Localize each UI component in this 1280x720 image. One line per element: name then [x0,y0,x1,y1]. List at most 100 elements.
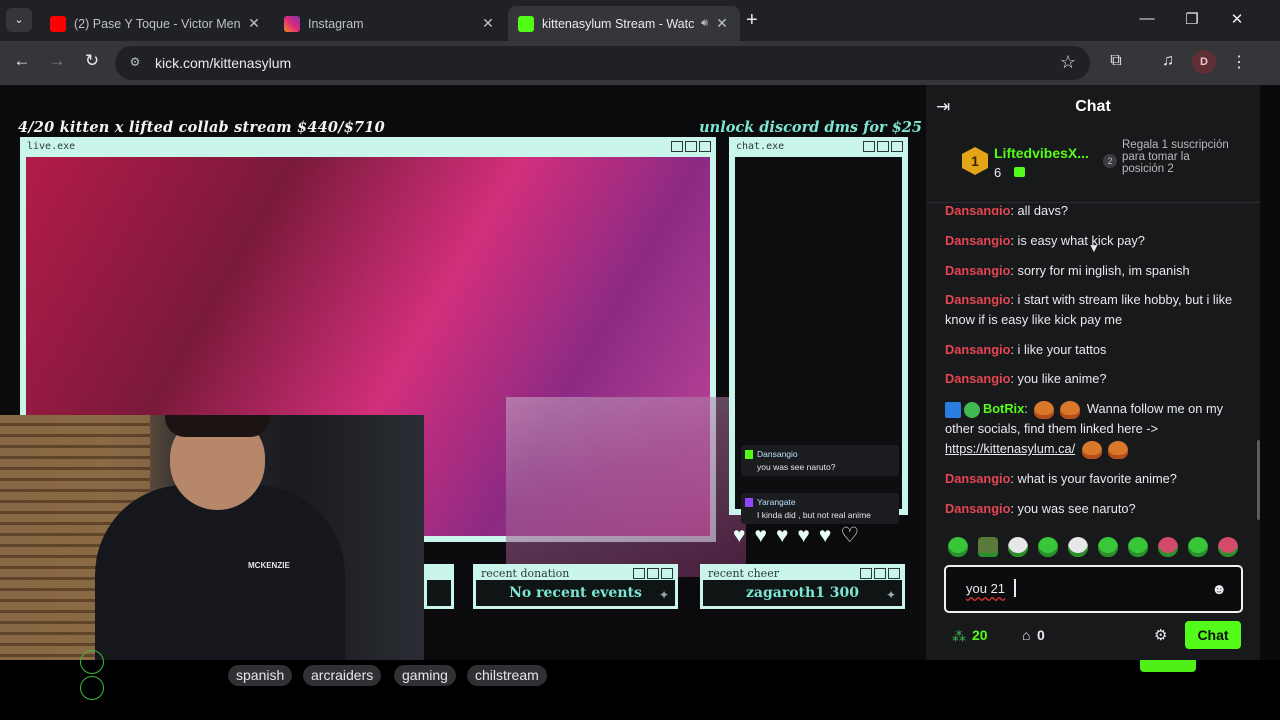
emote-button[interactable] [1008,537,1028,557]
heart-icon: ♥ [754,524,767,547]
instagram-icon [284,15,300,32]
partial-widget [424,564,454,609]
stream-player[interactable]: 4/20 kitten x lifted collab stream $440/… [0,85,926,660]
tab-title: (2) Pase Y Toque - Victor Mendi [74,16,240,31]
chat-message: Dansangio: sorry for mi inglish, im span… [945,263,1190,278]
tab-youtube[interactable]: (2) Pase Y Toque - Victor Mendi ✕ [40,6,272,41]
recent-cheer-widget: recent cheer zagaroth1 300 ✦ [700,564,905,609]
sparkle-icon: ✦ [658,588,669,602]
tag-chilstream[interactable]: chilstream [467,665,547,686]
emote-button[interactable] [1188,537,1208,557]
chat-username[interactable]: Dansangio [945,471,1010,486]
background-button-fragment [1140,660,1196,672]
back-icon[interactable]: ← [10,51,34,71]
store-icon[interactable]: ⌂ [1022,627,1030,643]
chat-username[interactable]: Dansangio [945,203,1010,215]
hearts-overlay: ♥ ♥ ♥ ♥ ♥ ♡ [733,525,859,546]
browser-toolbar: ← → ↻ ⚙ kick.com/kittenasylum ☆ ⧉ ♫ D ⋮ [0,41,1280,85]
emote-icon [1034,400,1055,419]
tag-spanish[interactable]: spanish [228,665,293,686]
leader-username[interactable]: LiftedvibesX... [994,145,1089,161]
emote-button[interactable] [1158,537,1178,557]
close-tab-icon[interactable]: ✕ [246,15,262,32]
sparkle-icon: ✦ [885,588,896,602]
live-window-title: live.exe [27,141,76,152]
close-window-icon[interactable]: ✕ [1222,10,1252,28]
rank-2-badge: 2 [1103,154,1117,168]
emote-icon [1081,440,1102,459]
chat-message-bot: BotRix: Wanna follow me on my other soci… [945,399,1245,459]
shirt-logo: MCKENZIE [248,561,290,570]
emote-icon [1060,400,1081,419]
tab-title: kittenasylum Stream - Watc [542,16,695,31]
tab-kick[interactable]: kittenasylum Stream - Watc 🔊︎ ✕ [508,6,740,41]
channel-points-icon[interactable]: ⁂ [952,628,968,644]
media-controls-icon[interactable]: ♫ [1157,52,1179,70]
quick-emote-bar [948,537,1238,557]
minimize-icon[interactable]: — [1132,10,1162,27]
store-count[interactable]: 0 [1037,627,1045,643]
heart-icon: ♥ [797,524,810,547]
tag-gaming[interactable]: gaming [394,665,456,686]
browser-tab-bar: ⌄ (2) Pase Y Toque - Victor Mendi ✕ Inst… [0,0,1280,41]
gift-leaderboard: 1 LiftedvibesX... 6 2 Regala 1 suscripci… [926,129,1260,255]
forward-icon[interactable]: → [45,51,69,71]
channel-points-count[interactable]: 20 [972,627,988,643]
reload-icon[interactable]: ↻ [80,51,104,71]
heart-icon: ♥ [733,524,746,547]
gift-icon [1014,167,1025,177]
restore-icon[interactable]: ❐ [1177,10,1207,28]
stream-tags: spanish arcraiders gaming chilstream [0,650,926,720]
stream-goal-banner: 4/20 kitten x lifted collab stream $440/… [18,119,385,136]
site-info-icon[interactable]: ⚙ [127,55,143,71]
heart-icon: ♥ [818,524,832,547]
emoji-picker-icon[interactable]: ☻ [1211,581,1227,598]
extensions-icon[interactable]: ⧉ [1105,52,1127,70]
chat-link[interactable]: https://kittenasylum.ca/ [945,441,1075,456]
browser-menu-icon[interactable]: ⋮ [1228,52,1250,72]
chat-username[interactable]: Dansangio [945,371,1010,386]
emote-button[interactable] [1098,537,1118,557]
page-scrollbar-track[interactable] [1260,85,1280,660]
kick-icon [518,15,534,32]
close-box-icon [699,141,711,152]
profile-avatar[interactable]: D [1192,50,1216,74]
emote-button[interactable] [1128,537,1148,557]
chat-username[interactable]: Dansangio [945,342,1010,357]
chat-username[interactable]: BotRix [983,401,1024,416]
chat-scrollbar-thumb[interactable] [1257,440,1260,520]
chat-input-value: you 21 [966,581,1006,596]
chat-username[interactable]: Dansangio [945,233,1010,248]
heart-outline-icon: ♡ [840,524,860,547]
emote-button[interactable] [1038,537,1058,557]
minimize-box-icon [671,141,683,152]
new-tab-button[interactable]: + [746,9,766,32]
chat-username[interactable]: Dansangio [945,501,1010,516]
emote-button[interactable] [978,537,998,557]
tab-search-button[interactable]: ⌄ [6,8,32,32]
heart-icon: ♥ [775,524,789,547]
chat-message-input[interactable]: you 21 ☻ [944,565,1243,613]
close-tab-icon[interactable]: ✕ [714,15,730,32]
address-bar[interactable]: ⚙ kick.com/kittenasylum ☆ [115,46,1090,80]
chat-username[interactable]: Dansangio [945,292,1010,307]
chat-message: Dansangio: i like your tattos [945,342,1107,357]
discord-unlock-banner: unlock discord dms for $25 [699,119,922,136]
chat-window-title: chat.exe [736,141,785,152]
emote-button[interactable] [948,537,968,557]
emote-button[interactable] [1218,537,1238,557]
send-chat-button[interactable]: Chat [1185,621,1241,649]
youtube-icon [50,15,66,32]
leaderboard-promo: Regala 1 suscripción para tomar la posic… [1122,139,1229,175]
speaker-icon[interactable]: 🔊︎ [701,17,708,30]
tab-title: Instagram [308,16,364,31]
bookmark-star-icon[interactable]: ☆ [1060,52,1076,73]
emote-button[interactable] [1068,537,1088,557]
text-cursor [1014,579,1016,597]
tab-instagram[interactable]: Instagram ✕ [274,6,506,41]
emote-icon [1107,440,1128,459]
close-tab-icon[interactable]: ✕ [480,15,496,32]
chat-username[interactable]: Dansangio [945,263,1010,278]
chat-settings-icon[interactable]: ⚙ [1154,626,1167,644]
tag-arcraiders[interactable]: arcraiders [303,665,382,686]
